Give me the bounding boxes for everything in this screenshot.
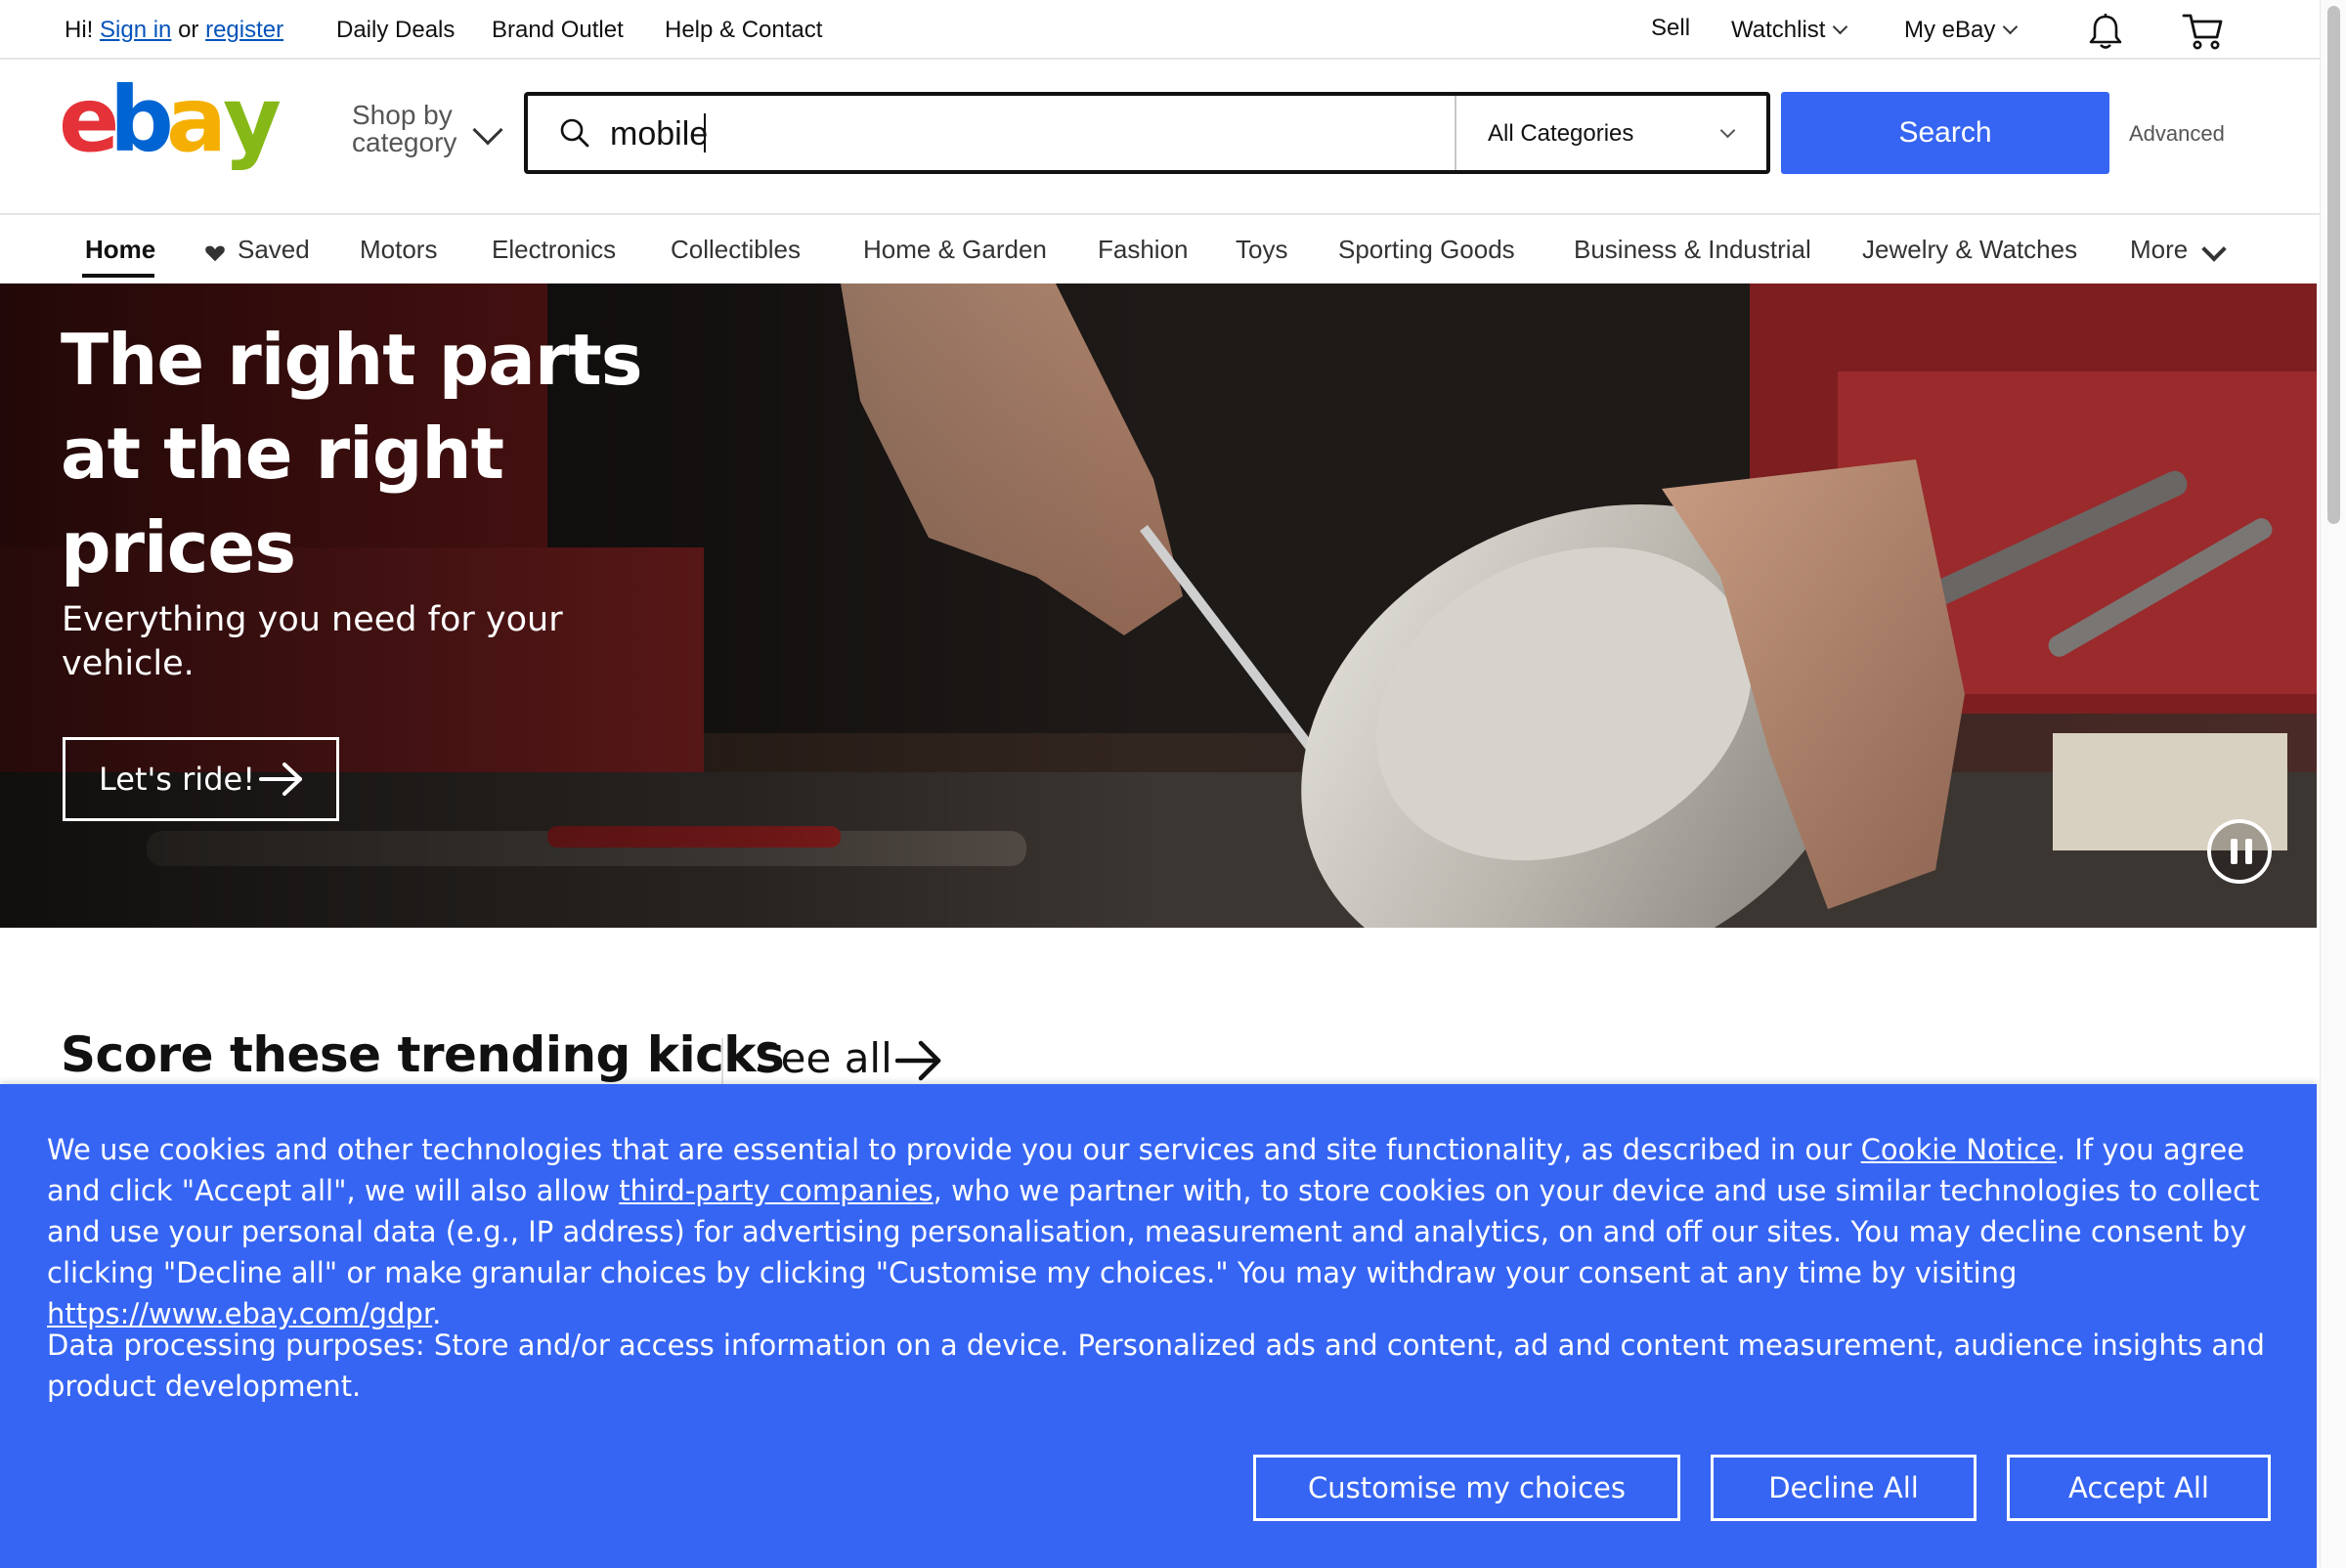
chevron-down-icon[interactable] (2201, 237, 2227, 262)
divider (721, 1038, 723, 1085)
register-link[interactable]: register (205, 17, 283, 43)
greeting-text: Hi! (65, 17, 94, 43)
help-contact-link[interactable]: Help & Contact (665, 16, 822, 45)
nav-collectibles[interactable]: Collectibles (671, 235, 801, 265)
hero-banner: The right parts at the right prices Ever… (0, 283, 2317, 928)
logo-letter-b: b (109, 78, 174, 172)
search-button[interactable]: Search (1781, 92, 2109, 174)
sell-link[interactable]: Sell (1651, 14, 1690, 43)
my-ebay-menu[interactable]: My eBay (1904, 16, 2019, 45)
cookie-text: We use cookies and other technologies th… (47, 1129, 2285, 1334)
nav-jewelry-watches[interactable]: Jewelry & Watches (1862, 235, 2077, 265)
hero-cta-label: Let's ride! (99, 761, 256, 798)
data-processing-text: Data processing purposes: Store and/or a… (47, 1328, 2265, 1403)
category-select[interactable]: All Categories (1456, 96, 1766, 170)
arrow-right-icon (259, 762, 302, 796)
nav-sporting-goods[interactable]: Sporting Goods (1338, 235, 1515, 265)
watchlist-menu[interactable]: Watchlist (1731, 16, 1848, 45)
decline-all-button[interactable]: Decline All (1711, 1455, 1977, 1521)
search-icon (560, 118, 589, 148)
hero-subtitle: Everything you need for your vehicle. (62, 600, 563, 683)
nav-saved[interactable]: Saved (238, 235, 310, 265)
chevron-down-icon (2003, 19, 2019, 35)
top-utility-bar: Hi! Sign in or register Daily Deals Bran… (0, 0, 2320, 60)
logo-letter-a: a (166, 78, 227, 172)
watchlist-label: Watchlist (1731, 17, 1826, 43)
nav-electronics[interactable]: Electronics (492, 235, 616, 265)
active-tab-indicator (82, 274, 154, 278)
arrow-right-icon[interactable] (895, 1040, 942, 1081)
category-nav: Home Saved Motors Electronics Collectibl… (0, 213, 2320, 282)
pause-icon (2231, 839, 2237, 864)
heart-icon (205, 245, 225, 262)
nav-home-garden[interactable]: Home & Garden (863, 235, 1047, 265)
logo-letter-y: y (223, 78, 282, 172)
cookie-text-part: We use cookies and other technologies th… (47, 1133, 1861, 1166)
accept-all-button[interactable]: Accept All (2007, 1455, 2271, 1521)
my-ebay-label: My eBay (1904, 17, 1996, 43)
see-all-link[interactable]: See all (755, 1034, 892, 1082)
greeting: Hi! Sign in or register (65, 16, 283, 45)
chevron-down-icon[interactable] (472, 114, 503, 146)
brand-outlet-link[interactable]: Brand Outlet (492, 16, 624, 45)
search-bar: All Categories (524, 92, 1770, 174)
pause-icon (2245, 839, 2252, 864)
third-party-companies-link[interactable]: third-party companies (619, 1174, 933, 1207)
or-text: or (178, 17, 199, 43)
sign-in-link[interactable]: Sign in (100, 17, 171, 43)
nav-more[interactable]: More (2130, 235, 2188, 265)
chevron-down-icon (1833, 19, 1848, 35)
notification-bell-icon[interactable] (2086, 12, 2125, 51)
shopping-cart-icon[interactable] (2182, 10, 2225, 53)
cookie-notice-link[interactable]: Cookie Notice (1861, 1133, 2057, 1166)
ebay-logo[interactable]: e b a y (59, 67, 293, 186)
chevron-down-icon (1719, 122, 1736, 139)
customise-choices-button[interactable]: Customise my choices (1253, 1455, 1680, 1521)
daily-deals-link[interactable]: Daily Deals (336, 16, 455, 45)
search-input[interactable] (610, 108, 1451, 160)
shop-by-line2: category (352, 127, 457, 157)
cookie-consent-banner: We use cookies and other technologies th… (0, 1084, 2317, 1568)
section-title: Score these trending kicks (61, 1026, 785, 1083)
hero-cta-button[interactable]: Let's ride! (63, 737, 339, 821)
carousel-pause-button[interactable] (2207, 819, 2272, 884)
nav-toys[interactable]: Toys (1236, 235, 1287, 265)
scrollbar-thumb[interactable] (2327, 6, 2340, 524)
nav-motors[interactable]: Motors (360, 235, 437, 265)
nav-home[interactable]: Home (85, 235, 155, 265)
scrollbar[interactable] (2320, 0, 2346, 1568)
advanced-search-link[interactable]: Advanced (2129, 121, 2225, 147)
text-cursor (704, 113, 706, 152)
logo-letter-e: e (59, 78, 115, 172)
category-select-label: All Categories (1488, 120, 1634, 147)
shop-by-category[interactable]: Shop by category (352, 102, 456, 156)
shop-by-line1: Shop by (352, 100, 453, 130)
nav-fashion[interactable]: Fashion (1098, 235, 1189, 265)
hero-title: The right parts at the right prices (61, 319, 643, 588)
nav-business-industrial[interactable]: Business & Industrial (1574, 235, 1811, 265)
